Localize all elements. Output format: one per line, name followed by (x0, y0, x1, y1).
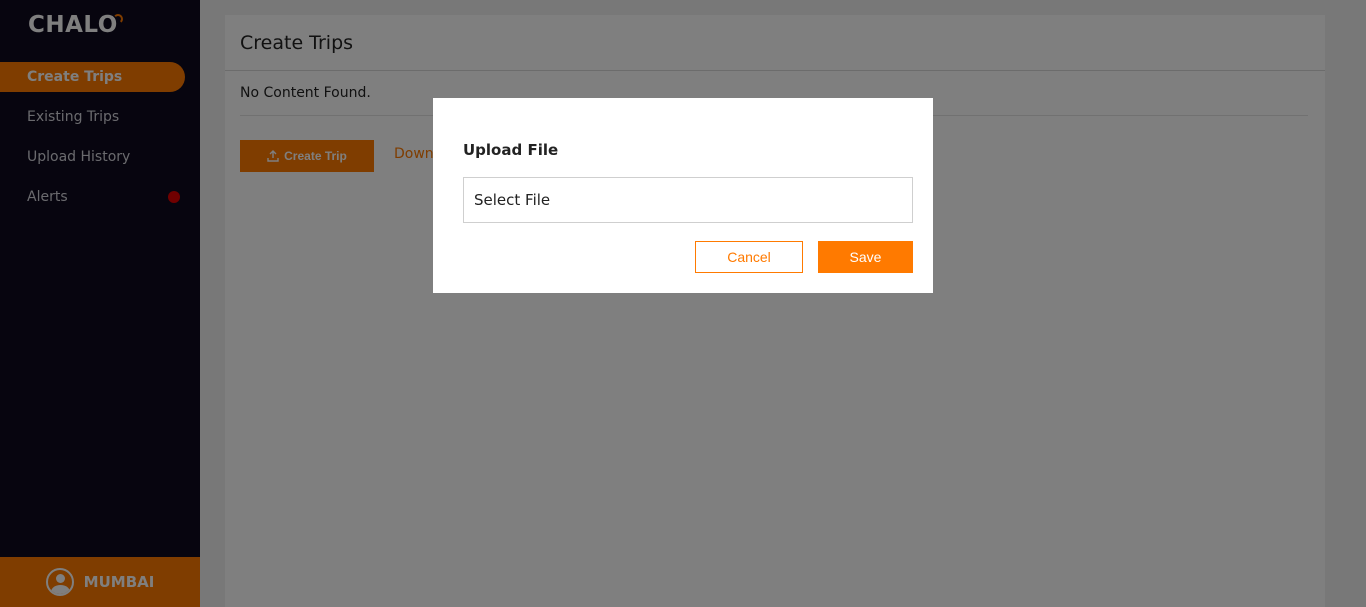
modal-backdrop[interactable] (0, 0, 1366, 607)
cancel-button[interactable]: Cancel (695, 241, 803, 273)
save-button[interactable]: Save (818, 241, 913, 273)
upload-file-dialog: Upload File Select File Cancel Save (433, 98, 933, 293)
dialog-title: Upload File (463, 141, 559, 159)
select-file-input[interactable]: Select File (463, 177, 913, 223)
